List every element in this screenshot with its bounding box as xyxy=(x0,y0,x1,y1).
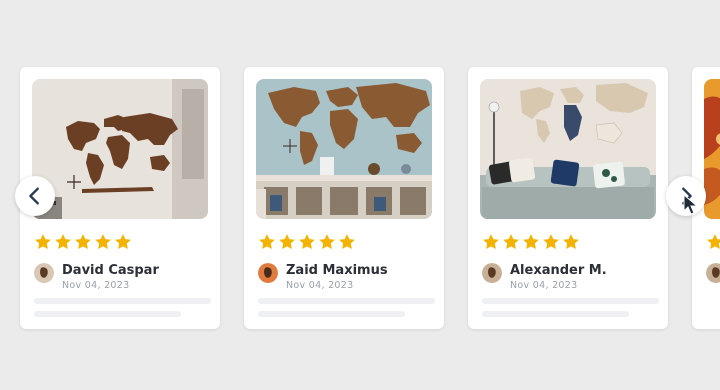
avatar xyxy=(258,263,278,283)
review-text-placeholder xyxy=(482,311,629,317)
avatar xyxy=(706,263,720,283)
star-icon xyxy=(279,234,295,250)
review-text-placeholder xyxy=(258,298,435,304)
avatar xyxy=(482,263,502,283)
chevron-left-icon xyxy=(29,187,39,205)
star-icon xyxy=(483,234,499,250)
star-icon xyxy=(75,234,91,250)
next-button[interactable] xyxy=(666,176,706,216)
star-icon xyxy=(95,234,111,250)
review-date: Nov 04, 2023 xyxy=(510,280,578,291)
reviewer-name: Alexander M. xyxy=(510,263,607,278)
review-photo[interactable] xyxy=(704,79,720,219)
reviewer-name: Zaid Maximus xyxy=(286,263,388,278)
review-photo-image xyxy=(32,79,208,219)
star-icon xyxy=(35,234,51,250)
review-text-placeholder xyxy=(482,298,659,304)
star-icon xyxy=(707,234,720,250)
review-text-placeholder xyxy=(258,311,405,317)
review-photo-image xyxy=(256,79,432,219)
review-date: Nov 04, 2023 xyxy=(286,280,354,291)
star-icon xyxy=(319,234,335,250)
review-text-placeholder xyxy=(34,298,211,304)
review-card[interactable]: Alexander M. Nov 04, 2023 xyxy=(468,67,668,329)
star-icon xyxy=(339,234,355,250)
review-text-placeholder xyxy=(34,311,181,317)
review-date: Nov 04, 2023 xyxy=(62,280,130,291)
review-photo[interactable] xyxy=(480,79,656,219)
chevron-right-icon xyxy=(682,187,692,205)
reviews-carousel: David Caspar Nov 04, 2023 Zaid Maximus N… xyxy=(0,0,720,390)
previous-button[interactable] xyxy=(15,176,55,216)
star-icon xyxy=(523,234,539,250)
review-card[interactable]: Zaid Maximus Nov 04, 2023 xyxy=(244,67,444,329)
review-photo[interactable] xyxy=(256,79,432,219)
star-rating xyxy=(706,233,720,251)
review-photo[interactable] xyxy=(32,79,208,219)
star-rating xyxy=(258,233,356,251)
avatar xyxy=(34,263,54,283)
star-rating xyxy=(482,233,580,251)
star-icon xyxy=(259,234,275,250)
star-icon xyxy=(563,234,579,250)
review-photo-image xyxy=(480,79,656,219)
star-icon xyxy=(299,234,315,250)
star-icon xyxy=(543,234,559,250)
star-icon xyxy=(115,234,131,250)
star-rating xyxy=(34,233,132,251)
reviewer-name: David Caspar xyxy=(62,263,159,278)
star-icon xyxy=(55,234,71,250)
star-icon xyxy=(503,234,519,250)
review-photo-image xyxy=(704,79,720,219)
